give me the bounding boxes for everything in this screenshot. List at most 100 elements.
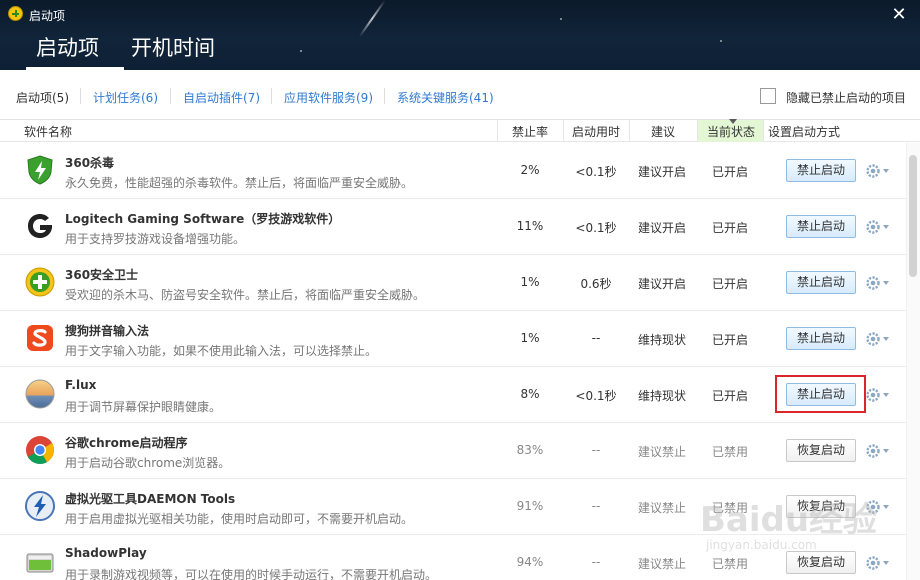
hide-disabled-label: 隐藏已禁止启动的项目 [786,91,907,105]
subtab-system-services[interactable]: 系统关键服务(41) [397,89,494,106]
item-advice: 建议开启 [637,221,686,235]
column-divider [497,120,498,142]
item-description: 用于启用虚拟光驱相关功能，使用时启动即可，不需要开机启动。 [65,512,414,526]
item-startup-time: <0.1秒 [575,389,617,403]
subtab-bar: 启动项(5) 计划任务(6) 自启动插件(7) 应用软件服务(9) 系统关键服务… [0,70,920,120]
title-bar: 启动项 ✕ 启动项 开机时间 [0,0,920,70]
gear-icon[interactable] [865,275,891,291]
item-advice: 建议开启 [637,277,686,291]
item-startup-time: -- [591,443,601,457]
item-startup-time: -- [591,555,601,569]
app-logo-icon [8,6,23,21]
restore-startup-button[interactable]: 恢复启动 [786,495,856,518]
disable-startup-button[interactable]: 禁止启动 [786,159,856,182]
subtab-app-services[interactable]: 应用软件服务(9) [284,89,373,106]
tab-startup-items[interactable]: 启动项 [26,32,124,70]
item-disable-rate: 94% [516,555,544,569]
tab-boot-time[interactable]: 开机时间 [131,32,215,62]
gear-icon[interactable] [865,219,891,235]
list-item: 搜狗拼音输入法 用于文字输入功能，如果不使用此输入法，可以选择禁止。 1% --… [0,311,906,367]
list-item: 虚拟光驱工具DAEMON Tools 用于启用虚拟光驱相关功能，使用时启动即可，… [0,479,906,535]
chrome-icon [26,436,54,464]
item-name: 360杀毒 [65,156,115,170]
360-safeguard-icon [25,267,55,297]
column-current-state[interactable]: 当前状态 [707,123,755,140]
item-startup-time: <0.1秒 [575,221,617,235]
restore-startup-button[interactable]: 恢复启动 [786,551,856,574]
item-startup-time: 0.6秒 [580,277,612,291]
flux-icon [25,379,55,409]
gear-icon[interactable] [865,387,891,403]
item-description: 永久免费，性能超强的杀毒软件。禁止后，将面临严重安全威胁。 [65,176,414,190]
hide-disabled-checkbox[interactable] [760,88,776,104]
column-advice[interactable]: 建议 [651,123,675,140]
gear-icon[interactable] [865,499,891,515]
item-advice: 建议开启 [637,165,686,179]
subtab-divider [384,88,385,104]
item-description: 用于录制游戏视频等，可以在使用的时候手动运行，不需要开机启动。 [65,568,438,580]
item-disable-rate: 1% [520,275,540,289]
disable-startup-button[interactable]: 禁止启动 [786,215,856,238]
item-description: 用于调节屏幕保护眼睛健康。 [65,400,222,414]
item-name: F.lux [65,378,97,392]
item-advice: 建议禁止 [637,557,686,571]
decorative-star [720,40,722,42]
column-name[interactable]: 软件名称 [24,123,72,140]
decorative-streak [358,0,386,38]
subtab-divider [170,88,171,104]
column-header: 软件名称 禁止率 启动用时 建议 当前状态 设置启动方式 [0,119,920,142]
gear-icon[interactable] [865,555,891,571]
column-divider [629,120,630,142]
decorative-star [560,18,562,20]
item-disable-rate: 83% [516,443,544,457]
disable-startup-button[interactable]: 禁止启动 [786,327,856,350]
sogou-icon [27,325,53,351]
logitech-g-icon [28,214,52,238]
decorative-star [300,50,302,52]
item-disable-rate: 91% [516,499,544,513]
column-disable-rate[interactable]: 禁止率 [512,123,548,140]
gear-icon[interactable] [865,331,891,347]
item-name: 360安全卫士 [65,268,139,282]
disable-startup-button[interactable]: 禁止启动 [786,271,856,294]
column-startup-mode: 设置启动方式 [768,125,841,139]
item-description: 受欢迎的杀木马、防盗号安全软件。禁止后，将面临严重安全威胁。 [65,288,426,302]
item-name: ShadowPlay [65,546,147,560]
item-startup-time: -- [591,499,601,513]
item-advice: 建议禁止 [637,501,686,515]
list-item: ShadowPlay 用于录制游戏视频等，可以在使用的时候手动运行，不需要开机启… [0,535,906,580]
item-state: 已禁用 [711,501,748,515]
item-advice: 维持现状 [637,333,686,347]
list-item: 360杀毒 永久免费，性能超强的杀毒软件。禁止后，将面临严重安全威胁。 2% <… [0,143,906,199]
subtab-scheduled-tasks[interactable]: 计划任务(6) [93,89,158,106]
shield-icon [27,155,53,185]
column-divider [763,120,764,142]
item-disable-rate: 8% [520,387,540,401]
item-state: 已开启 [711,333,748,347]
gear-icon[interactable] [865,443,891,459]
column-divider [563,120,564,142]
subtab-startup-items[interactable]: 启动项(5) [16,89,69,106]
item-description: 用于文字输入功能，如果不使用此输入法，可以选择禁止。 [65,344,378,358]
item-startup-time: -- [591,331,601,345]
item-state: 已禁用 [711,557,748,571]
subtab-divider [271,88,272,104]
column-startup-time[interactable]: 启动用时 [572,123,620,140]
item-state: 已开启 [711,277,748,291]
item-advice: 维持现状 [637,389,686,403]
item-state: 已开启 [711,165,748,179]
scrollbar-thumb[interactable] [909,155,917,277]
close-icon[interactable]: ✕ [888,4,910,26]
list-item: F.lux 用于调节屏幕保护眼睛健康。 8% <0.1秒 维持现状 已开启 禁止… [0,367,906,423]
item-description: 用于启动谷歌chrome浏览器。 [65,456,231,470]
restore-startup-button[interactable]: 恢复启动 [786,439,856,462]
startup-list: 360杀毒 永久免费，性能超强的杀毒软件。禁止后，将面临严重安全威胁。 2% <… [0,143,906,580]
list-item: Logitech Gaming Software（罗技游戏软件） 用于支持罗技游… [0,199,906,255]
item-description: 用于支持罗技游戏设备增强功能。 [65,232,246,246]
subtab-autostart-plugins[interactable]: 自启动插件(7) [183,89,260,106]
shadowplay-icon [26,553,54,573]
daemon-tools-icon [25,491,55,521]
item-name: 谷歌chrome启动程序 [65,436,188,450]
disable-startup-button[interactable]: 禁止启动 [786,383,856,406]
gear-icon[interactable] [865,163,891,179]
